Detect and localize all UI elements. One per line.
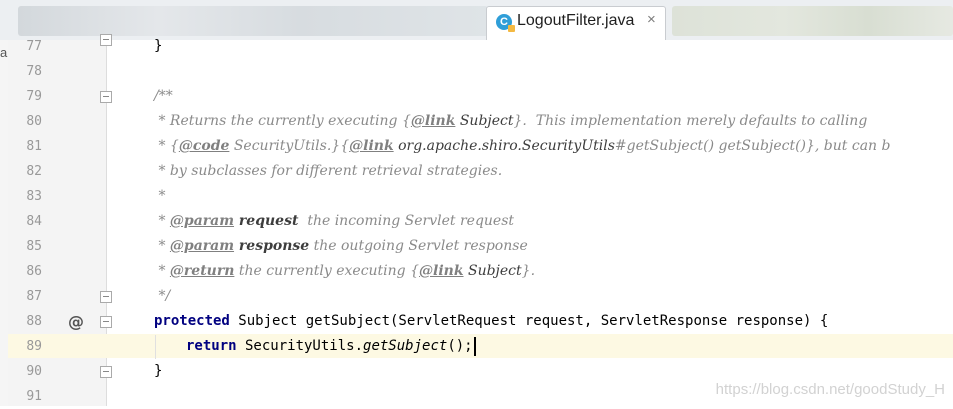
comment-text: *: [154, 188, 166, 204]
code-line[interactable]: 78: [8, 59, 953, 84]
fold-marker-icon[interactable]: [100, 91, 112, 103]
code-line[interactable]: 79 /**: [8, 84, 953, 109]
fold-marker-icon[interactable]: [100, 34, 112, 46]
code-line[interactable]: 83 *: [8, 184, 953, 209]
java-class-icon: C: [496, 14, 515, 32]
code-text: }: [154, 38, 163, 54]
javadoc-tag: @code: [178, 138, 230, 154]
comment-text: * @return the currently executing {@link…: [154, 263, 536, 279]
javadoc-tag: @link: [419, 263, 464, 279]
code-line[interactable]: 84 * @param request the incoming Servlet…: [8, 209, 953, 234]
override-marker-icon[interactable]: @: [68, 309, 84, 334]
line-number: 81: [26, 139, 42, 154]
comment-text: /**: [154, 88, 173, 104]
fold-marker-icon[interactable]: [100, 366, 112, 378]
tab-label: LogoutFilter.java: [517, 12, 635, 29]
code-line[interactable]: 82 * by subclasses for different retriev…: [8, 159, 953, 184]
line-number: 82: [26, 164, 42, 179]
comment-text: * @param request the incoming Servlet re…: [154, 213, 515, 229]
javadoc-tag: @link: [349, 138, 394, 154]
line-number: 87: [26, 289, 42, 304]
code-line[interactable]: 89 return SecurityUtils.getSubject();: [8, 334, 953, 359]
blurred-tab[interactable]: [672, 6, 953, 36]
comment-text: * by subclasses for different retrieval …: [154, 163, 503, 179]
tool-window-label: a: [0, 45, 8, 60]
line-number: 78: [26, 64, 42, 79]
line-number: 83: [26, 189, 42, 204]
fold-marker-icon[interactable]: [100, 291, 112, 303]
line-number: 80: [26, 114, 42, 129]
code-line[interactable]: 86 * @return the currently executing {@l…: [8, 259, 953, 284]
comment-text: * {@code SecurityUtils.}{@link org.apach…: [154, 138, 891, 154]
code-line[interactable]: 88 @ protected Subject getSubject(Servle…: [8, 309, 953, 334]
line-number: 91: [26, 389, 42, 404]
line-number: 89: [26, 339, 42, 354]
javadoc-tag: @param: [169, 238, 235, 254]
line-number: 84: [26, 214, 42, 229]
code-text: return SecurityUtils.getSubject();: [186, 334, 476, 359]
text-caret: [473, 336, 476, 356]
code-line[interactable]: 77 }: [8, 34, 953, 59]
code-line[interactable]: 85 * @param response the outgoing Servle…: [8, 234, 953, 259]
watermark: https://blog.csdn.net/goodStudy_H: [715, 381, 945, 398]
close-icon[interactable]: ×: [647, 11, 656, 28]
comment-text: * @param response the outgoing Servlet r…: [154, 238, 528, 254]
tool-window-strip: [0, 40, 8, 406]
code-line[interactable]: 87 */: [8, 284, 953, 309]
line-number: 86: [26, 264, 42, 279]
code-line[interactable]: 81 * {@code SecurityUtils.}{@link org.ap…: [8, 134, 953, 159]
line-number: 77: [26, 39, 42, 54]
javadoc-tag: @link: [410, 113, 456, 129]
code-text: protected Subject getSubject(ServletRequ…: [154, 313, 829, 329]
line-number: 88: [26, 314, 42, 329]
fold-marker-icon[interactable]: [100, 316, 112, 328]
comment-text: */: [154, 288, 171, 304]
line-number: 85: [26, 239, 42, 254]
line-number: 90: [26, 364, 42, 379]
comment-text: * Returns the currently executing {@link…: [154, 113, 868, 129]
javadoc-tag: @return: [169, 263, 235, 279]
code-text: }: [154, 363, 163, 379]
javadoc-tag: @param: [169, 213, 235, 229]
line-number: 79: [26, 89, 42, 104]
code-line[interactable]: 80 * Returns the currently executing {@l…: [8, 109, 953, 134]
blurred-tab[interactable]: [18, 6, 488, 36]
